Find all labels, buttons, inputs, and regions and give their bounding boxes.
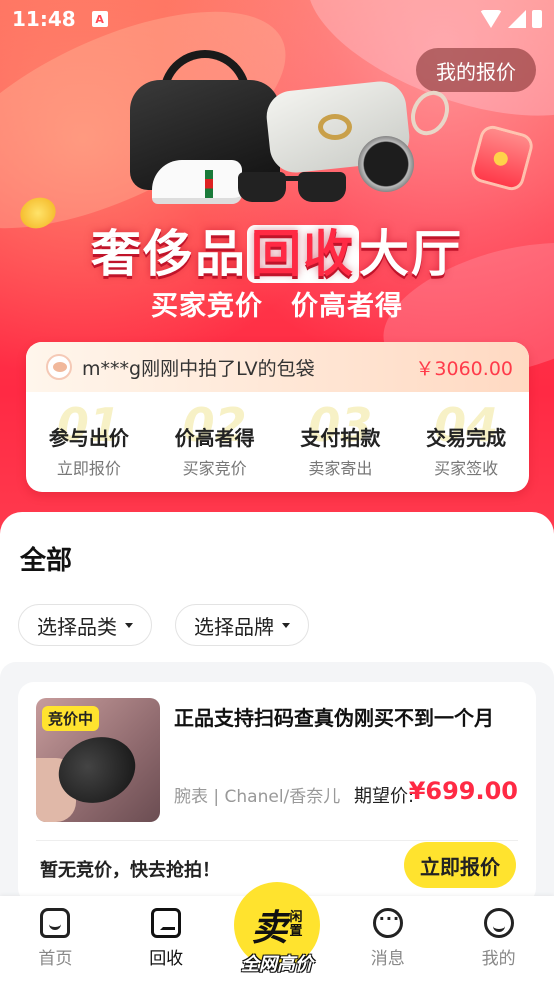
hero-title-highlight: 回收 bbox=[247, 225, 359, 283]
sell-caption: 全网高价 bbox=[240, 954, 313, 975]
sell-small-label: 置 bbox=[289, 924, 303, 939]
red-packet-icon bbox=[472, 126, 532, 190]
sell-small-label: 闲 bbox=[289, 910, 303, 925]
watch-illustration bbox=[358, 136, 414, 192]
tab-me[interactable]: 我的 bbox=[443, 896, 554, 984]
step-title: 参与出价 bbox=[48, 426, 129, 450]
category-filter[interactable]: 选择品类 bbox=[18, 604, 152, 646]
process-card: m***g刚刚中拍了LV的包袋 ￥3060.00 01 参与出价 立即报价 02… bbox=[26, 342, 529, 492]
tab-messages[interactable]: 消息 bbox=[332, 896, 443, 984]
step-subtitle: 立即报价 bbox=[56, 459, 121, 478]
section-title: 全部 bbox=[20, 540, 73, 579]
item-title[interactable]: 正品支持扫码查真伪刚买不到一个月 bbox=[174, 702, 524, 731]
step-subtitle: 卖家寄出 bbox=[308, 459, 373, 478]
step-3: 03 支付拍款 卖家寄出 bbox=[278, 392, 404, 492]
hero-title-part1: 奢侈品 bbox=[91, 225, 247, 283]
avatar bbox=[46, 354, 72, 380]
tab-home-label: 首页 bbox=[38, 949, 73, 969]
divider bbox=[36, 840, 518, 841]
brand-filter-label: 选择品牌 bbox=[194, 614, 274, 639]
bottom-tab-bar: 首页 回收 卖 闲 置 全网高价 消息 我的 bbox=[0, 882, 554, 984]
hero-subtitle: 买家竞价 价高者得 bbox=[151, 291, 403, 322]
category-filter-label: 选择品类 bbox=[37, 614, 117, 639]
step-4: 04 交易完成 买家签收 bbox=[403, 392, 529, 492]
process-steps: 01 参与出价 立即报价 02 价高者得 买家竞价 03 支付拍款 卖家寄出 0… bbox=[26, 392, 529, 492]
bid-status: 暂无竞价，快去抢拍！ bbox=[40, 860, 220, 881]
battery-icon bbox=[532, 10, 542, 28]
item-meta: 腕表 | Chanel/香奈儿 bbox=[174, 787, 341, 807]
section-title-text: 全部 bbox=[20, 546, 73, 576]
caret-down-icon bbox=[282, 622, 290, 628]
wifi-icon bbox=[480, 10, 502, 28]
expected-price-label: 期望价: bbox=[354, 786, 415, 807]
item-thumbnail[interactable]: 竞价中 bbox=[36, 698, 160, 822]
step-title: 支付拍款 bbox=[300, 426, 381, 450]
tab-me-label: 我的 bbox=[481, 949, 516, 969]
signal-icon bbox=[508, 10, 526, 28]
brand-filter[interactable]: 选择品牌 bbox=[175, 604, 309, 646]
list-item[interactable]: 竞价中 正品支持扫码查真伪刚买不到一个月 腕表 | Chanel/香奈儿 期望价… bbox=[18, 682, 536, 904]
expected-price: ¥699.00 bbox=[408, 777, 518, 805]
brand-logo-illustration bbox=[318, 114, 352, 140]
step-1: 01 参与出价 立即报价 bbox=[26, 392, 152, 492]
sell-main-label: 卖 bbox=[251, 908, 288, 949]
my-quotes-button[interactable]: 我的报价 bbox=[416, 48, 536, 92]
smiley-icon bbox=[483, 908, 514, 938]
step-subtitle: 买家签收 bbox=[434, 459, 499, 478]
step-title: 价高者得 bbox=[174, 426, 255, 450]
home-icon bbox=[40, 908, 71, 938]
step-title: 交易完成 bbox=[426, 426, 507, 450]
tab-home[interactable]: 首页 bbox=[0, 896, 111, 984]
status-bar: 11:48 A bbox=[0, 0, 554, 38]
notification-a-icon: A bbox=[91, 11, 108, 27]
status-time: 11:48 bbox=[12, 7, 76, 31]
step-2: 02 价高者得 买家竞价 bbox=[152, 392, 278, 492]
bidding-badge: 竞价中 bbox=[42, 706, 100, 731]
step-subtitle: 买家竞价 bbox=[182, 459, 247, 478]
bookmark-icon bbox=[151, 908, 182, 938]
sunglasses-illustration bbox=[238, 166, 350, 202]
deal-ticker: m***g刚刚中拍了LV的包袋 ￥3060.00 bbox=[26, 342, 529, 392]
hero-title-part2: 大厅 bbox=[359, 225, 463, 283]
tab-sell[interactable]: 卖 闲 置 全网高价 bbox=[222, 882, 333, 984]
sneaker-stripe bbox=[205, 170, 213, 198]
tab-recycle[interactable]: 回收 bbox=[111, 896, 222, 984]
tab-messages-label: 消息 bbox=[370, 949, 405, 969]
caret-down-icon bbox=[125, 622, 133, 628]
sneaker-illustration bbox=[152, 160, 242, 204]
quote-now-button[interactable]: 立即报价 bbox=[404, 842, 516, 888]
ticker-price: ￥3060.00 bbox=[415, 357, 513, 380]
ticker-text: m***g刚刚中拍了LV的包袋 bbox=[82, 357, 315, 380]
tab-recycle-label: 回收 bbox=[149, 949, 184, 969]
chat-bubble-icon bbox=[372, 908, 403, 938]
hero-title: 奢侈品回收大厅 bbox=[0, 214, 554, 286]
